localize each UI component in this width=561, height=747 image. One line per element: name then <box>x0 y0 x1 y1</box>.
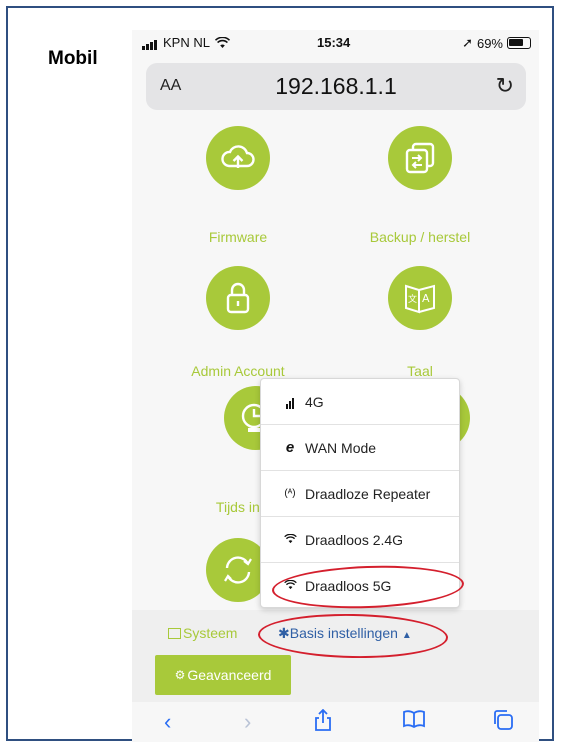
advanced-button[interactable]: ⚙ Geavanceerd <box>155 655 291 695</box>
carrier-group: KPN NL <box>142 35 230 50</box>
back-icon[interactable]: ‹ <box>164 709 171 735</box>
menu-item-wan-mode[interactable]: e WAN Mode <box>261 425 459 471</box>
battery-icon <box>507 37 531 49</box>
battery-group: ➚ 69% <box>462 35 531 51</box>
ie-icon: e <box>285 439 295 456</box>
tab-system-label: Systeem <box>183 625 238 641</box>
bookmarks-icon[interactable] <box>402 709 426 735</box>
menu-item-label: 4G <box>305 393 324 410</box>
refresh-icon <box>224 556 252 584</box>
wifi-icon <box>214 36 230 48</box>
svg-text:文: 文 <box>408 293 417 305</box>
language-icon: 文 A <box>405 284 435 314</box>
advanced-icon: ⚙ <box>174 668 186 682</box>
menu-item-repeater[interactable]: (ᴬ) Draadloze Repeater <box>261 471 459 517</box>
location-arrow-icon: ➚ <box>462 35 473 50</box>
taal-tile[interactable]: 文 A <box>388 266 452 330</box>
tabs-icon[interactable] <box>492 709 514 737</box>
signal-bars-icon <box>283 395 297 409</box>
tab-system[interactable]: Systeem <box>168 625 237 641</box>
backup-label[interactable]: Backup / herstel <box>340 229 500 245</box>
menu-item-wireless-24g[interactable]: Draadloos 2.4G <box>261 517 459 563</box>
share-icon[interactable] <box>314 708 332 737</box>
lock-icon <box>226 282 250 314</box>
antenna-icon: (ᴬ) <box>284 488 296 499</box>
svg-text:A: A <box>422 292 430 305</box>
firmware-label[interactable]: Firmware <box>158 229 318 245</box>
backup-tile[interactable] <box>388 126 452 190</box>
firmware-tile[interactable] <box>206 126 270 190</box>
forward-icon[interactable]: › <box>244 709 251 735</box>
url-text[interactable]: 192.168.1.1 <box>146 73 526 100</box>
admin-account-label[interactable]: Admin Account <box>158 363 318 379</box>
address-bar[interactable]: AA 192.168.1.1 ↻ <box>146 63 526 110</box>
cloud-upload-icon <box>221 145 255 168</box>
reload-icon[interactable]: ↻ <box>496 73 514 99</box>
clock: 15:34 <box>317 35 351 50</box>
menu-item-label: Draadloze Repeater <box>305 485 431 502</box>
signal-icon <box>142 35 158 50</box>
mobil-label: Mobil <box>48 48 98 69</box>
status-bar: KPN NL 15:34 ➚ 69% <box>132 30 539 58</box>
battery-percent: 69% <box>476 35 503 51</box>
taal-label[interactable]: Taal <box>340 363 500 379</box>
wifi-icon <box>283 533 297 547</box>
admin-account-tile[interactable] <box>206 266 270 330</box>
advanced-label: Geavanceerd <box>187 667 272 683</box>
browser-toolbar: ‹ › <box>132 705 539 742</box>
menu-item-4g[interactable]: 4G <box>261 379 459 425</box>
menu-item-label: WAN Mode <box>305 439 377 456</box>
menu-item-label: Draadloos 2.4G <box>305 531 404 548</box>
backup-restore-icon <box>405 142 435 174</box>
carrier-name: KPN NL <box>163 35 210 50</box>
monitor-icon <box>168 628 181 639</box>
